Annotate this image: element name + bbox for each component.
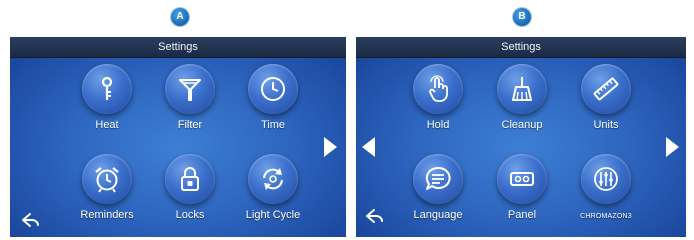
locks-button[interactable]: Locks [150,154,230,221]
time-label: Time [260,119,286,131]
panel-b-badge: B [513,8,531,26]
light-cycle-button[interactable]: Light Cycle [233,154,313,221]
settings-panel-b: Settings Hold Cleanup Units Language Pan… [356,37,686,237]
light-cycle-label: Light Cycle [245,209,301,221]
ruler-icon [593,77,619,101]
previous-page-arrow[interactable] [362,137,375,157]
chromazon3-button[interactable]: CHROMAZON3 [566,154,646,220]
speech-bubble-icon [425,166,451,190]
language-label: Language [413,209,463,221]
broom-icon [512,77,532,101]
panel-a-badge: A [171,8,189,26]
filter-label: Filter [177,119,203,131]
panel-button[interactable]: Panel [482,154,562,221]
units-button[interactable]: Units [566,64,646,131]
time-button[interactable]: Time [233,64,313,131]
units-label: Units [593,119,619,131]
panel-title: Settings [356,37,686,58]
settings-panel-a: Settings Heat Filter Time Reminders Lock… [10,37,346,237]
cycle-icon [263,168,283,190]
cleanup-button[interactable]: Cleanup [482,64,562,131]
locks-label: Locks [175,209,205,221]
alarm-clock-icon [95,167,119,193]
filter-icon [179,79,201,101]
filter-button[interactable]: Filter [150,64,230,131]
hold-label: Hold [426,119,450,131]
thermometer-icon [101,76,113,100]
chromazon3-label: CHROMAZON3 [580,213,632,220]
next-page-arrow[interactable] [324,137,337,157]
heat-label: Heat [95,119,119,131]
cleanup-label: Cleanup [501,119,543,131]
back-arrow-icon[interactable] [20,211,42,229]
reminders-button[interactable]: Reminders [67,154,147,221]
back-arrow-icon[interactable] [364,207,386,225]
panel-icon [510,172,534,186]
clock-icon [261,77,285,101]
heat-button[interactable]: Heat [67,64,147,131]
panel-title: Settings [10,37,346,58]
hand-icon [429,75,448,102]
next-page-arrow[interactable] [666,137,679,157]
hold-button[interactable]: Hold [398,64,478,131]
reminders-label: Reminders [80,209,134,221]
chromazon3-icon [594,167,618,191]
panel-label: Panel [507,209,537,221]
lock-icon [181,167,199,191]
language-button[interactable]: Language [398,154,478,221]
